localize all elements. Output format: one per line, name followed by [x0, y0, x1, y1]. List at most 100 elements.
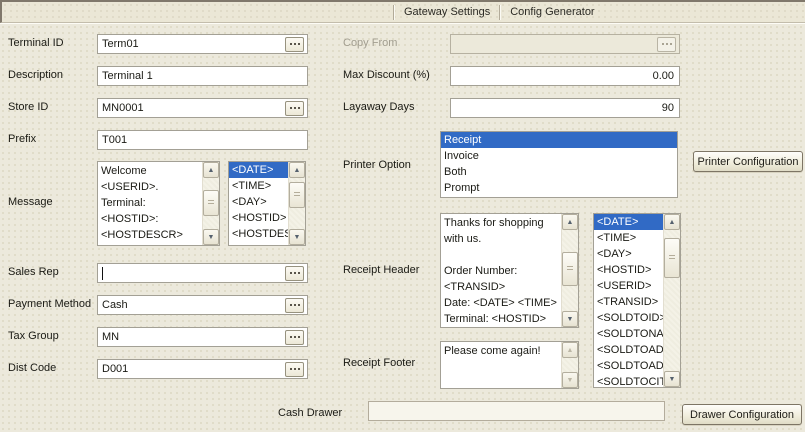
layaway-days-input[interactable]: 90: [450, 98, 680, 118]
list-item[interactable]: <DAY>: [594, 246, 663, 262]
scroll-down-button[interactable]: ▼: [664, 371, 680, 387]
prefix-value: T001: [102, 134, 304, 146]
receipt-header-scrollbar[interactable]: ▲ ▼: [561, 214, 578, 327]
drawer-configuration-button[interactable]: Drawer Configuration: [682, 404, 802, 425]
ellipsis-icon: [662, 43, 664, 45]
cash-drawer-input[interactable]: [368, 401, 665, 421]
scroll-up-button[interactable]: ▲: [562, 214, 578, 230]
list-item[interactable]: Receipt: [441, 132, 677, 148]
list-item[interactable]: <USERID>: [594, 278, 663, 294]
scroll-up-button[interactable]: ▲: [664, 214, 680, 230]
list-item[interactable]: <HOSTID>: [229, 210, 288, 226]
list-item[interactable]: <SOLDTONAME>: [594, 326, 663, 342]
ellipsis-icon: [290, 272, 292, 274]
ellipsis-icon: [290, 107, 292, 109]
list-item[interactable]: <SOLDTOCITY>: [594, 374, 663, 387]
copy-from-input: [450, 34, 680, 54]
list-item[interactable]: <SOLDTOADDR2>: [594, 358, 663, 374]
sales-rep-browse-button[interactable]: [285, 266, 304, 281]
receipt-header-textarea[interactable]: Thanks for shopping with us. Order Numbe…: [440, 213, 579, 328]
scrollbar-track[interactable]: [289, 178, 305, 229]
dist-code-input[interactable]: D001: [97, 359, 308, 379]
scroll-up-button[interactable]: ▲: [289, 162, 305, 178]
message-text: Welcome <USERID>. Terminal: <HOSTID>: <H…: [98, 162, 202, 245]
description-input[interactable]: Terminal 1: [97, 66, 308, 86]
payment-method-value: Cash: [102, 299, 283, 311]
copy-from-browse-button: [657, 37, 676, 52]
terminal-id-value: Term01: [102, 38, 283, 50]
message-tag-scrollbar[interactable]: ▲ ▼: [288, 162, 305, 245]
scroll-up-button[interactable]: ▲: [562, 342, 578, 358]
tab-config-generator[interactable]: Config Generator: [501, 1, 603, 23]
list-item[interactable]: <HOSTDESCR>: [229, 226, 288, 242]
layaway-days-value: 90: [455, 102, 676, 114]
terminal-id-browse-button[interactable]: [285, 37, 304, 52]
scrollbar-track[interactable]: [664, 230, 680, 371]
prefix-input[interactable]: T001: [97, 130, 308, 150]
store-id-value: MN0001: [102, 102, 283, 114]
message-textarea[interactable]: Welcome <USERID>. Terminal: <HOSTID>: <H…: [97, 161, 220, 246]
tax-group-label: Tax Group: [8, 330, 59, 342]
tab-label: Gateway Settings: [404, 6, 490, 18]
list-item[interactable]: <USERID>: [229, 242, 288, 245]
scrollbar-thumb[interactable]: [203, 190, 219, 216]
layaway-days-label: Layaway Days: [343, 101, 415, 113]
description-label: Description: [8, 69, 63, 81]
receipt-tag-scrollbar[interactable]: ▲ ▼: [663, 214, 680, 387]
scrollbar-track[interactable]: [562, 230, 578, 311]
message-tag-list[interactable]: <DATE><TIME><DAY><HOSTID><HOSTDESCR><USE…: [228, 161, 306, 246]
ellipsis-icon: [290, 368, 292, 370]
list-item[interactable]: <HOSTID>: [594, 262, 663, 278]
store-id-browse-button[interactable]: [285, 101, 304, 116]
tab-gateway-settings[interactable]: Gateway Settings: [395, 1, 499, 23]
scrollbar-track[interactable]: [562, 358, 578, 372]
list-item[interactable]: <TRANSID>: [594, 294, 663, 310]
max-discount-value: 0.00: [455, 70, 676, 82]
list-item[interactable]: <DAY>: [229, 194, 288, 210]
scroll-down-button[interactable]: ▼: [203, 229, 219, 245]
top-tab-bar: Gateway Settings Config Generator: [0, 0, 805, 23]
payment-method-input[interactable]: Cash: [97, 295, 308, 315]
scrollbar-thumb[interactable]: [562, 252, 578, 286]
tax-group-browse-button[interactable]: [285, 330, 304, 345]
sales-rep-label: Sales Rep: [8, 266, 59, 278]
list-item[interactable]: <TIME>: [594, 230, 663, 246]
scroll-down-button[interactable]: ▼: [289, 229, 305, 245]
cash-drawer-label: Cash Drawer: [278, 407, 342, 419]
scrollbar-thumb[interactable]: [664, 238, 680, 278]
list-item[interactable]: <SOLDTOID>: [594, 310, 663, 326]
printer-option-list[interactable]: ReceiptInvoiceBothPrompt: [440, 131, 678, 198]
list-item[interactable]: Both: [441, 164, 677, 180]
message-scrollbar[interactable]: ▲ ▼: [202, 162, 219, 245]
terminal-id-input[interactable]: Term01: [97, 34, 308, 54]
store-id-input[interactable]: MN0001: [97, 98, 308, 118]
list-item[interactable]: <DATE>: [594, 214, 663, 230]
ellipsis-icon: [290, 336, 292, 338]
tax-group-input[interactable]: MN: [97, 327, 308, 347]
store-id-label: Store ID: [8, 101, 48, 113]
scroll-up-button[interactable]: ▲: [203, 162, 219, 178]
receipt-header-label: Receipt Header: [343, 264, 419, 276]
receipt-footer-scrollbar[interactable]: ▲ ▼: [561, 342, 578, 388]
max-discount-input[interactable]: 0.00: [450, 66, 680, 86]
payment-method-browse-button[interactable]: [285, 298, 304, 313]
scroll-down-button[interactable]: ▼: [562, 311, 578, 327]
scroll-down-button[interactable]: ▼: [562, 372, 578, 388]
tax-group-value: MN: [102, 331, 283, 343]
list-item[interactable]: <SOLDTOADDR1>: [594, 342, 663, 358]
printer-configuration-button[interactable]: Printer Configuration: [693, 151, 803, 172]
ellipsis-icon: [290, 304, 292, 306]
receipt-tag-list[interactable]: <DATE><TIME><DAY><HOSTID><USERID><TRANSI…: [593, 213, 681, 388]
list-item[interactable]: <TIME>: [229, 178, 288, 194]
dist-code-browse-button[interactable]: [285, 362, 304, 377]
receipt-footer-label: Receipt Footer: [343, 357, 415, 369]
receipt-footer-textarea[interactable]: Please come again! ▲ ▼: [440, 341, 579, 389]
receipt-footer-text: Please come again!: [441, 342, 561, 388]
dist-code-label: Dist Code: [8, 362, 56, 374]
list-item[interactable]: <DATE>: [229, 162, 288, 178]
scrollbar-track[interactable]: [203, 178, 219, 229]
sales-rep-input[interactable]: [97, 263, 308, 283]
list-item[interactable]: Prompt: [441, 180, 677, 196]
scrollbar-thumb[interactable]: [289, 182, 305, 208]
list-item[interactable]: Invoice: [441, 148, 677, 164]
